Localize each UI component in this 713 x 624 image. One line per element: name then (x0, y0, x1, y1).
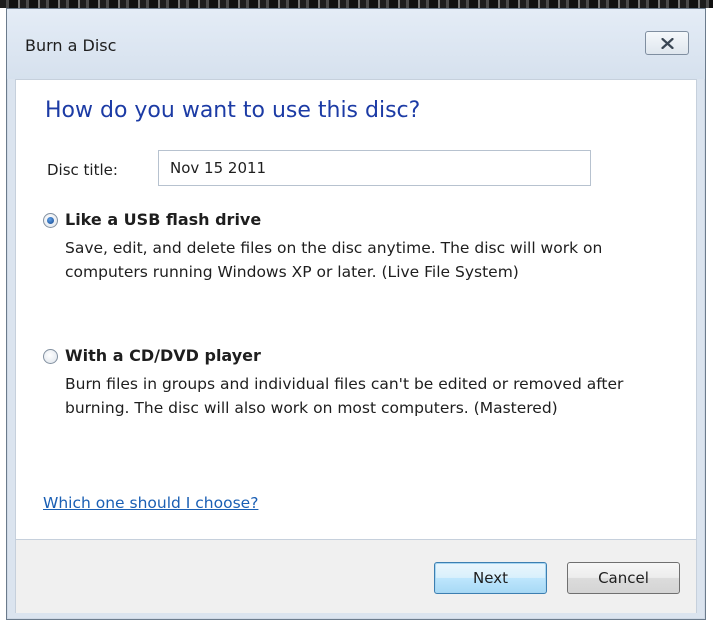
usb-flash-drive-description: Save, edit, and delete files on the disc… (65, 239, 603, 281)
usb-flash-drive-radio[interactable] (43, 213, 58, 228)
button-bar: Next Cancel (15, 540, 697, 613)
title-bar: Burn a Disc (7, 9, 705, 79)
dialog-content: How do you want to use this disc? Disc t… (15, 79, 697, 540)
close-icon (661, 38, 674, 49)
page-heading: How do you want to use this disc? (45, 98, 421, 123)
disc-title-input[interactable] (158, 150, 591, 186)
usb-flash-drive-label[interactable]: Like a USB flash drive (65, 210, 261, 229)
next-button[interactable]: Next (434, 562, 547, 594)
window-title: Burn a Disc (25, 36, 117, 55)
cancel-button[interactable]: Cancel (567, 562, 680, 594)
cd-dvd-player-description: Burn files in groups and individual file… (65, 375, 624, 417)
background-window-edge (0, 0, 713, 8)
burn-disc-dialog: Burn a Disc How do you want to use this … (6, 8, 706, 620)
help-link[interactable]: Which one should I choose? (43, 494, 258, 512)
cd-dvd-player-radio[interactable] (43, 349, 58, 364)
disc-title-label: Disc title: (47, 161, 118, 179)
close-button[interactable] (645, 31, 689, 55)
cd-dvd-player-label[interactable]: With a CD/DVD player (65, 346, 261, 365)
